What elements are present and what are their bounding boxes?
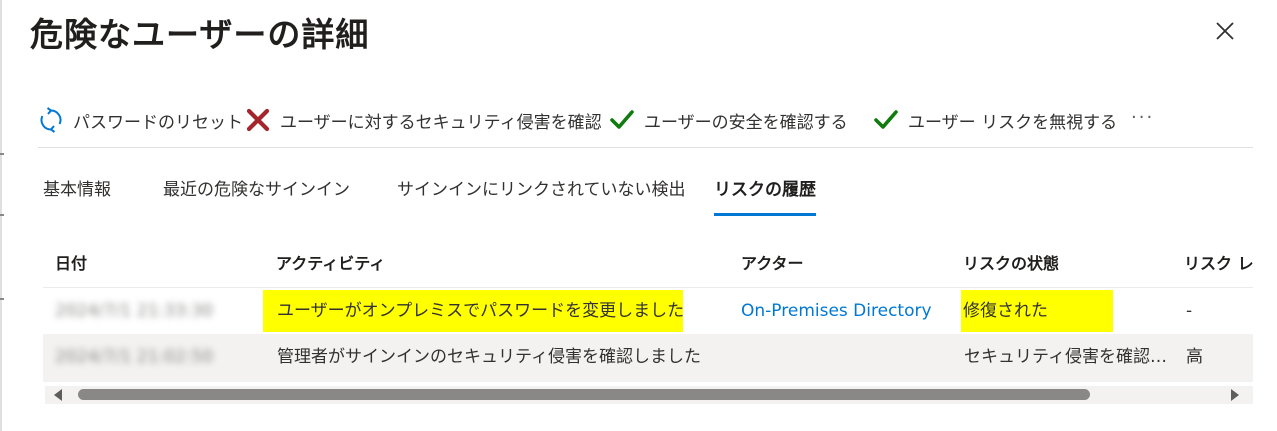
activity-highlight: ユーザーがオンプレミスでパスワードを変更しました [263,290,683,332]
risk-history-table: 日付 アクティビティ アクター リスクの状態 リスク レベル 2024/7/1 … [38,234,1253,384]
confirm-compromised-label: ユーザーに対するセキュリティ侵害を確認 [280,112,602,133]
reset-password-button[interactable]: パスワードのリセット [38,100,243,140]
command-bar: パスワードのリセット ユーザーに対するセキュリティ侵害を確認 ユーザーの安全を確… [38,100,1238,140]
panel-title: 危険なユーザーの詳細 [30,15,370,54]
tab-recent-risky-signins[interactable]: 最近の危険なサインイン [163,172,350,216]
scroll-right-arrow-icon[interactable] [1231,389,1239,401]
date-cell: 2024/7/1 21:33:30 [55,301,214,321]
x-icon [246,108,270,132]
scrollbar-thumb[interactable] [78,389,1090,400]
tab-bar: 基本情報 最近の危険なサインイン サインインにリンクされていない検出 リスクの履… [43,172,1243,216]
risk-state-cell: 修復された [961,288,1121,334]
tab-risk-history[interactable]: リスクの履歴 [714,172,816,216]
confirm-safe-label: ユーザーの安全を確認する [644,112,848,133]
close-button[interactable] [1212,18,1238,44]
checkmark-icon [610,110,634,129]
risk-level-cell: - [1186,301,1193,321]
column-header-date[interactable]: 日付 [55,250,87,274]
edge-mark [0,214,4,216]
column-header-actor[interactable]: アクター [741,250,804,274]
more-commands-button[interactable]: ··· [1131,100,1154,140]
confirm-safe-button[interactable]: ユーザーの安全を確認する [609,100,848,140]
actor-link[interactable]: On-Premises Directory [741,288,956,334]
table-row[interactable]: 2024/7/1 21:02:50 管理者がサインインのセキュリティ侵害を確認し… [43,334,1253,382]
toolbar-divider [38,147,1253,148]
risk-state-highlight: 修復された [961,290,1113,332]
edge-mark [0,153,4,155]
edge-mark [0,298,4,300]
risk-level-cell: 高 [1186,347,1203,367]
column-header-activity[interactable]: アクティビティ [276,250,385,274]
confirm-compromised-button[interactable]: ユーザーに対するセキュリティ侵害を確認 [245,100,602,140]
checkmark-icon [874,110,898,129]
reset-password-label: パスワードのリセット [73,112,243,133]
activity-cell: 管理者がサインインのセキュリティ侵害を確認しました [277,347,701,367]
actor-cell [741,334,941,380]
date-cell: 2024/7/1 21:02:50 [55,347,214,367]
dismiss-risk-button[interactable]: ユーザー リスクを無視する [873,100,1117,140]
tab-basic-info[interactable]: 基本情報 [43,172,111,216]
column-header-risk-state[interactable]: リスクの状態 [963,250,1059,274]
table-row[interactable]: 2024/7/1 21:33:30 ユーザーがオンプレミスでパスワードを変更しま… [43,287,1253,334]
close-icon[interactable] [1212,18,1238,44]
column-header-risk-level[interactable]: リスク レベル [1184,250,1253,274]
dismiss-risk-label: ユーザー リスクを無視する [908,112,1118,133]
refresh-icon [40,107,62,133]
horizontal-scrollbar[interactable] [45,386,1253,404]
risk-state-cell: セキュリティ侵害を確認しました [964,347,1178,367]
tab-detections-not-linked[interactable]: サインインにリンクされていない検出 [397,172,686,216]
scroll-left-arrow-icon[interactable] [54,389,62,401]
activity-cell: ユーザーがオンプレミスでパスワードを変更しました [263,288,683,334]
